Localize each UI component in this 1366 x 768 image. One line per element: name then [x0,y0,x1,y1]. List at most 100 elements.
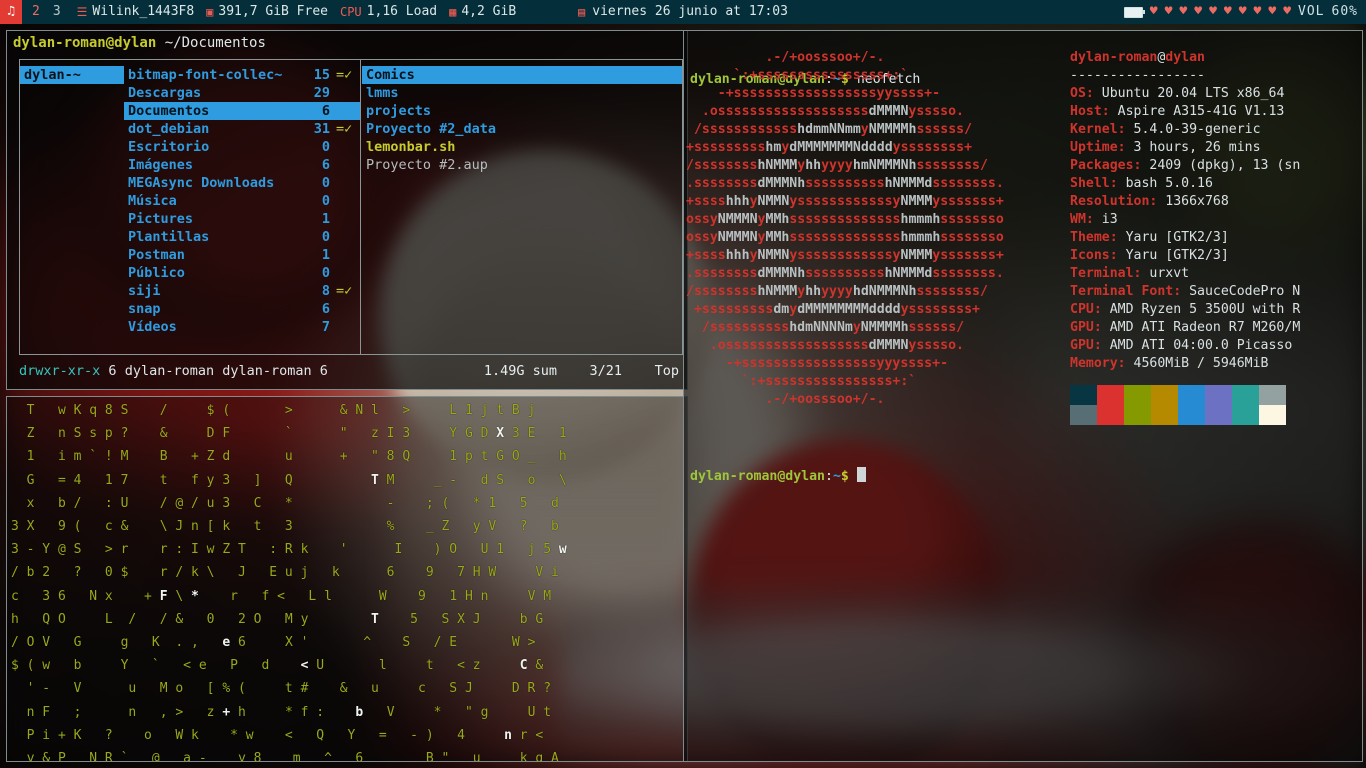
ascii-art-line: /sssssssshNMMMyhhyyyyhmNMMMNhssssssss/ [686,158,988,173]
heart-icon: ♥ [1223,4,1232,19]
cmatrix-row: y & P N R ` @ a - y 8 m ^ 6 B " u k g A [11,751,559,761]
prompt-host: dylan [785,469,825,484]
neofetch-info-list: dylan-roman@dylan ----------------- OS: Ub… [1070,49,1300,373]
ranger-file-row[interactable]: Vídeos 7 [124,318,360,336]
neofetch-field-value: 5.4.0-39-generic [1125,122,1261,137]
palette-swatch [1178,385,1205,405]
neofetch-field: Icons: Yaru [GTK2/3] [1070,247,1300,265]
file-owner: dylan-roman [124,363,215,379]
neofetch-field: Memory: 4560MiB / 5946MiB [1070,355,1300,373]
terminal-window[interactable]: dylan-roman@dylan:~$ neofetch .-/+oossso… [683,30,1363,762]
prompt-dollar: $ [840,469,849,484]
neofetch-field-value: AMD ATI 04:00.0 Picasso [1101,338,1293,353]
ranger-file-row[interactable]: siji 8 =✓ [124,282,360,300]
ranger-current-column[interactable]: bitmap-font-collec~ 15 =✓ Descargas 29 Docume… [124,60,360,354]
file-group: dylan-roman [222,363,312,379]
ranger-file-name: Imágenes [128,157,194,173]
cmatrix-window[interactable]: T w K q 8 S / $ ( > & N l > L 1 j t B j … [6,396,688,762]
file-size: 6 [319,363,328,379]
neofetch-field-key: Packages: [1070,158,1142,173]
neofetch-field-key: GPU: [1070,338,1102,353]
ranger-file-row[interactable]: dot_debian 31 =✓ [124,120,360,138]
terminal-output[interactable]: dylan-roman@dylan:~$ neofetch .-/+oossso… [684,31,1362,761]
neofetch-field-value: Aspire A315-41G V1.13 [1109,104,1285,119]
ranger-file-row[interactable]: Postman 1 [124,246,360,264]
neofetch-field-key: Terminal: [1070,266,1142,281]
neofetch-field-key: OS: [1070,86,1094,101]
ranger-file-name: dot_debian [128,121,210,137]
ranger-file-name: Vídeos [128,319,177,335]
ranger-file-count: 1 [321,211,330,227]
ranger-file-row[interactable]: Documentos 6 [124,102,360,120]
volume-value[interactable]: 60% [1332,0,1358,24]
ascii-art-line: /sssssssssssshdmmNNmmyNMMMMhssssss/ [686,122,973,137]
heart-icon: ♥ [1253,4,1262,19]
ranger-file-row[interactable]: Pictures 1 [124,210,360,228]
neofetch-field-key: Shell: [1070,176,1118,191]
palette-swatch [1070,405,1097,425]
ranger-preview-column[interactable]: Comics lmms projects Proyecto #2_data lemonb… [361,60,682,354]
ranger-file-row[interactable]: snap 6 [124,300,360,318]
ranger-file-row[interactable]: Público 0 [124,264,360,282]
neofetch-field-value: Yaru [GTK2/3] [1117,230,1229,245]
ranger-file-count: 1 [321,247,330,263]
palette-row [1070,385,1286,405]
ranger-preview-item[interactable]: projects [362,102,682,120]
ranger-file-name: Descargas [128,85,202,101]
scroll-position: Top [654,363,679,379]
cmatrix-output: T w K q 8 S / $ ( > & N l > L 1 j t B j … [7,397,687,761]
ranger-file-row[interactable]: bitmap-font-collec~ 15 =✓ [124,66,360,84]
cmatrix-row: / O V G g K . , e 6 X ' ^ S / E W > [11,635,536,651]
color-palette [1070,385,1286,425]
ranger-parent-item[interactable]: dylan-~ [20,66,124,84]
ranger-preview-item[interactable]: Comics [362,66,682,84]
ranger-file-row[interactable]: Descargas 29 [124,84,360,102]
palette-swatch [1205,385,1232,405]
palette-swatch [1097,405,1124,425]
ranger-file-name: snap [128,301,161,317]
ranger-file-name: MEGAsync Downloads [128,175,275,191]
ranger-file-row[interactable]: Imágenes 6 [124,156,360,174]
palette-swatch [1232,385,1259,405]
ranger-file-row[interactable]: Plantillas 0 [124,228,360,246]
ranger-preview-item[interactable]: lmms [362,84,682,102]
ranger-parent-column[interactable]: dylan-~ [20,60,124,354]
ranger-preview-item[interactable]: Proyecto #2_data [362,120,682,138]
neofetch-field-key: WM: [1070,212,1094,227]
palette-swatch [1151,405,1178,425]
ranger-file-name: Pictures [128,211,194,227]
palette-swatch [1124,385,1151,405]
shell-prompt-line-2[interactable]: dylan-roman@dylan:~$ [690,467,866,486]
ranger-status-bar: drwxr-xr-x 6 dylan-roman dylan-roman 6 1… [19,361,679,381]
ranger-preview-item[interactable]: lemonbar.sh [362,138,682,156]
cmatrix-row: P i + K ? o W k * w < Q Y = - ) 4 n r < [11,727,544,743]
ranger-file-tag: =✓ [336,283,353,299]
palette-swatch [1259,405,1286,425]
ranger-file-row[interactable]: Escritorio 0 [124,138,360,156]
cmatrix-row: h Q O L / / & 0 2 O M y T 5 S X J b G [11,611,544,627]
palette-swatch [1259,385,1286,405]
neofetch-field: Shell: bash 5.0.16 [1070,175,1300,193]
cmatrix-row: x b / : U / @ / u 3 C * - ; ( * 1 5 d [11,495,559,511]
ranger-file-row[interactable]: MEGAsync Downloads 0 [124,174,360,192]
ranger-file-name: Público [128,265,185,281]
heart-icon: ♥ [1268,4,1277,19]
ranger-file-manager-window[interactable]: dylan-roman@dylan ~/Documentos dylan-~ b… [6,30,688,390]
palette-swatch [1124,405,1151,425]
calendar-icon: ▤ [578,5,586,19]
cmatrix-row: 1 i m ` ! M B + Z d u + " 8 Q 1 p t G O … [11,449,567,465]
neofetch-field: Resolution: 1366x768 [1070,193,1300,211]
ascii-art-line: +ssssssssshmydMMMMMMMNddddyssssssss+ [686,140,973,155]
ascii-art-line: ossyNMMMNyMMhsssssssssssssshmmmhssssssso [686,212,1004,227]
palette-swatch [1178,405,1205,425]
file-permissions: drwxr-xr-x [19,363,101,379]
heart-icon: ♥ [1164,4,1173,19]
file-links: 6 [108,363,117,379]
ranger-preview-item[interactable]: Proyecto #2.aup [362,156,682,174]
tray-area: ♥ ♥ ♥ ♥ ♥ ♥ ♥ ♥ ♥ ♥ VOL 60% [1123,0,1358,24]
ascii-art-line: .-/+oosssoo+/-. [686,392,885,407]
cmatrix-row: ' - V u M o [ % ( t # & u c S J D R ? [11,681,552,697]
neofetch-field-value: Yaru [GTK2/3] [1117,248,1229,263]
neofetch-field: Packages: 2409 (dpkg), 13 (sn [1070,157,1300,175]
ranger-file-row[interactable]: Música 0 [124,192,360,210]
